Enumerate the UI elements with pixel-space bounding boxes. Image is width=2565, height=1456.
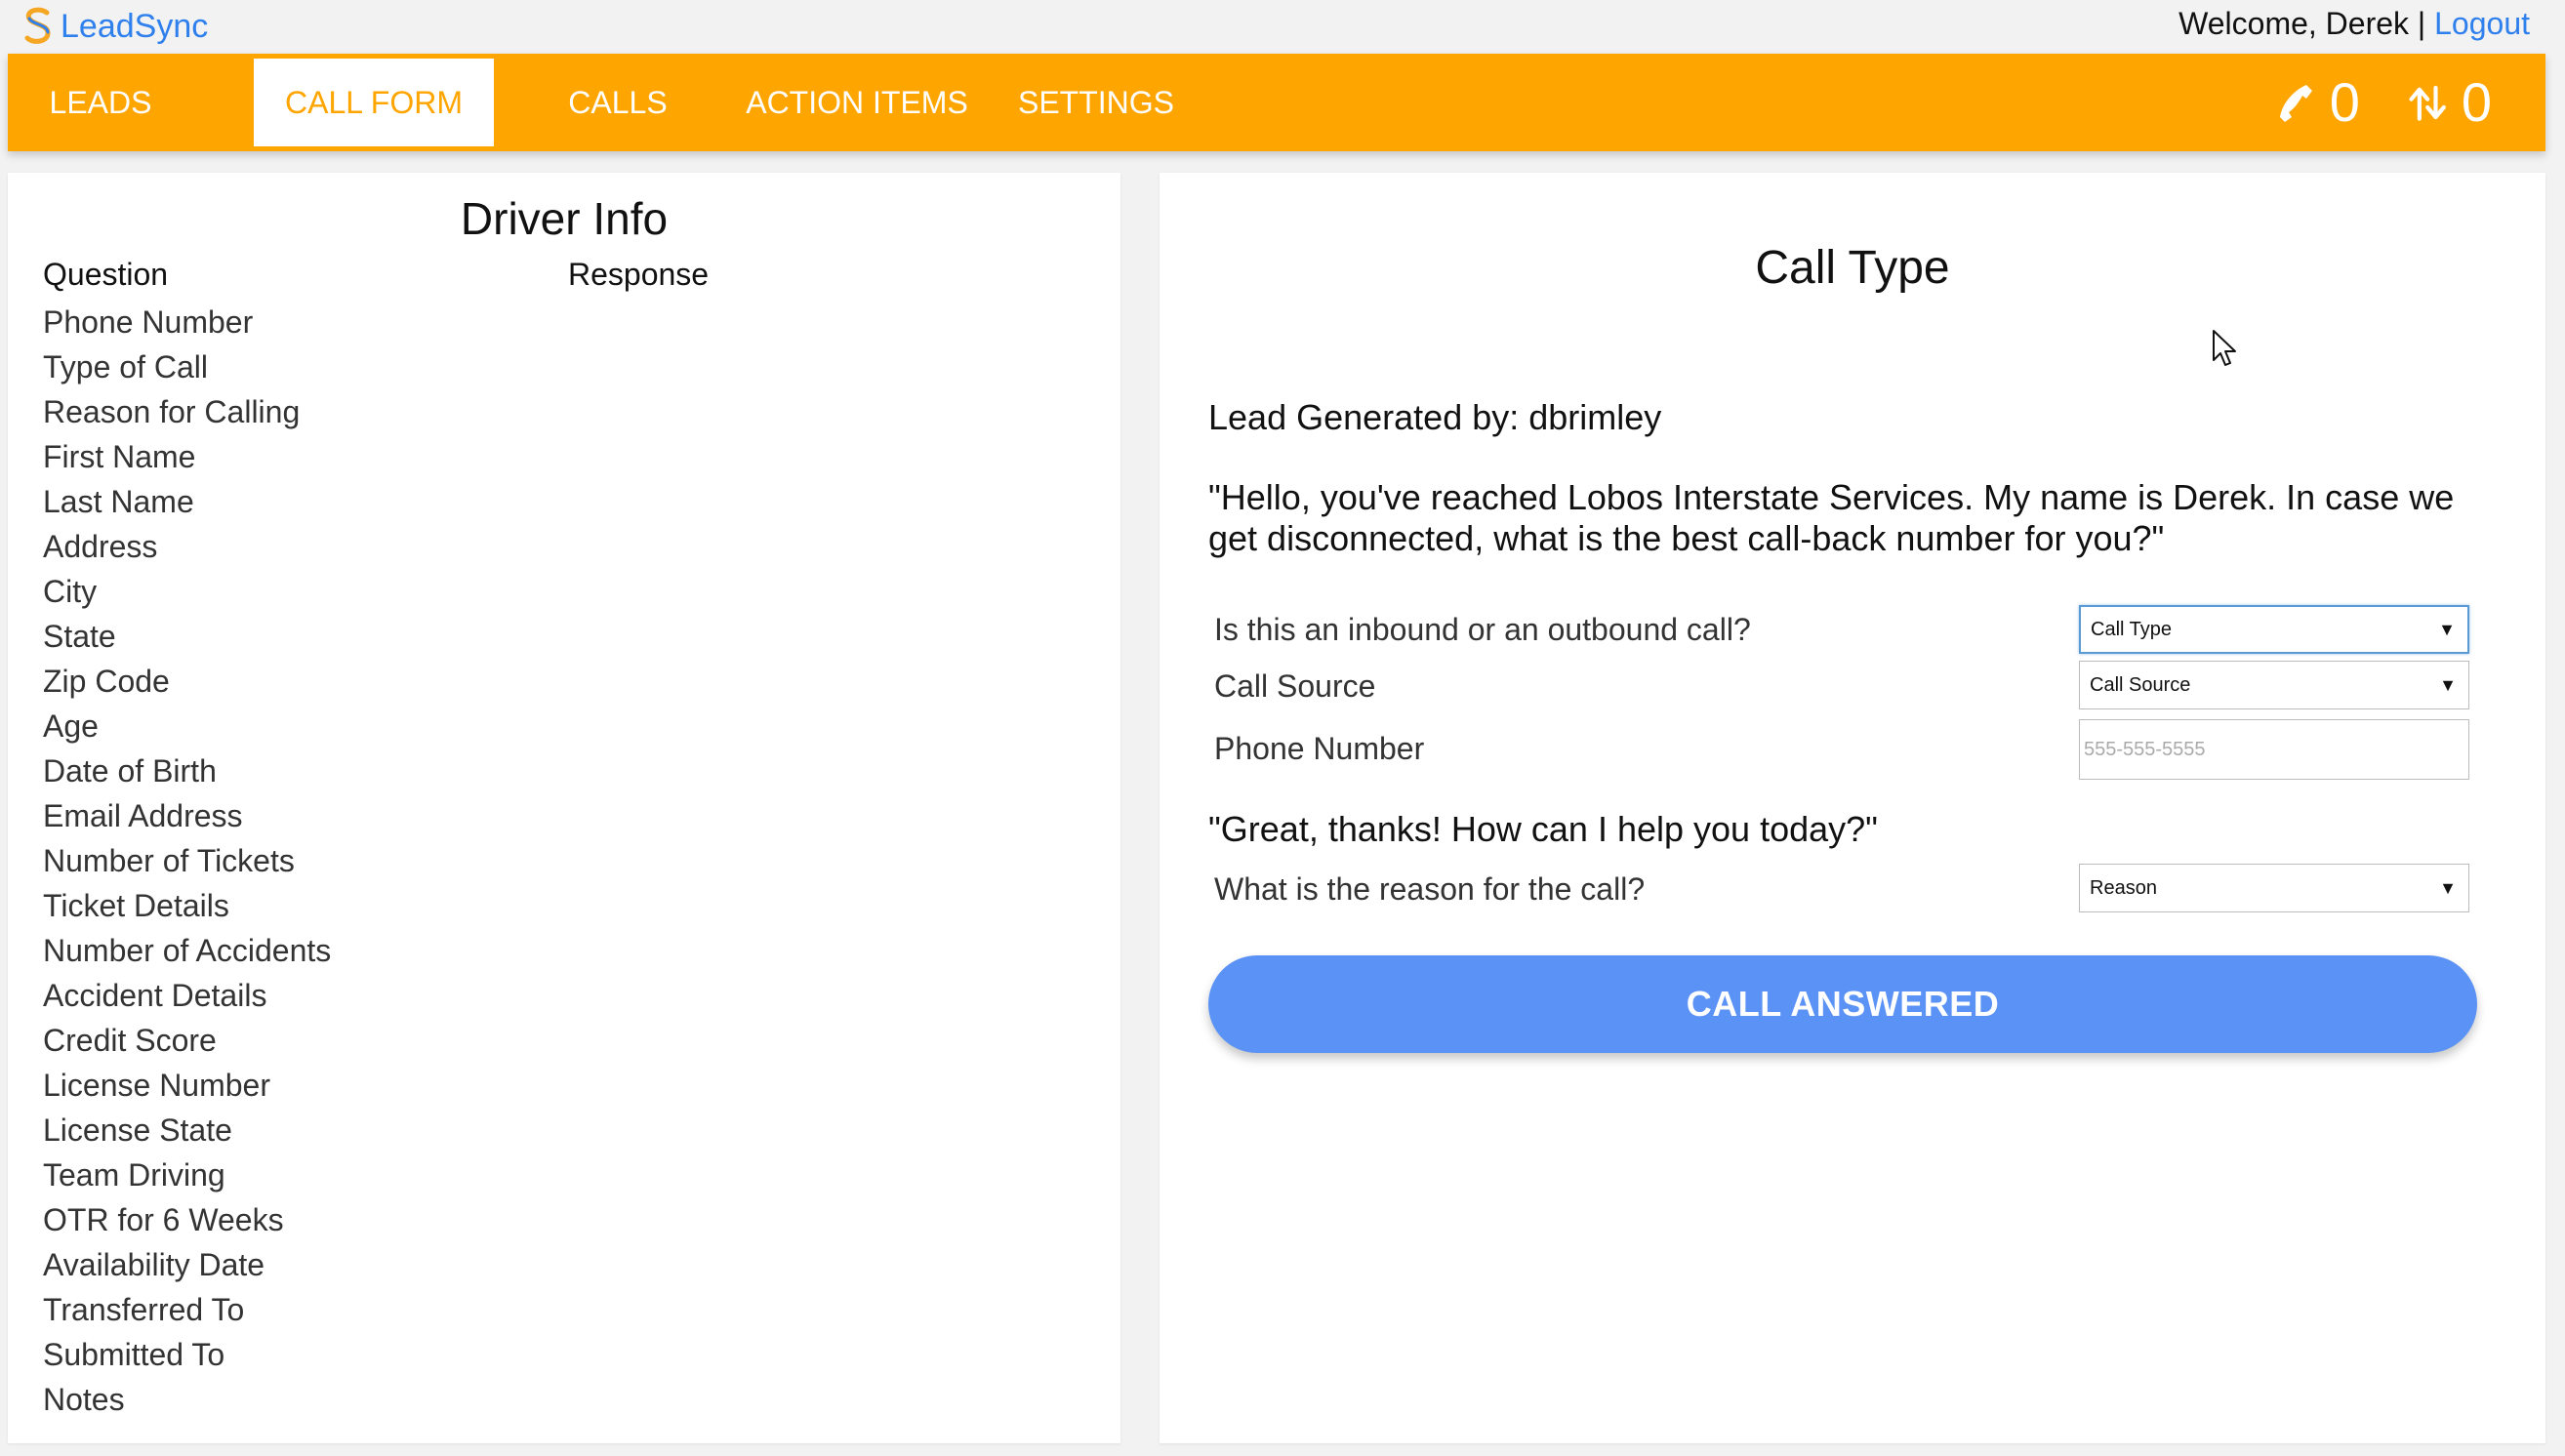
list-item: Date of Birth xyxy=(43,753,217,789)
question-list: Phone Number Type of Call Reason for Cal… xyxy=(43,300,331,1422)
transfers-counter[interactable]: 0 xyxy=(2409,75,2492,130)
call-source-label: Call Source xyxy=(1214,668,1376,704)
calls-count: 0 xyxy=(2329,71,2360,133)
dropdown-arrow-icon: ▼ xyxy=(2439,674,2457,695)
reason-select[interactable]: Reason ▼ xyxy=(2079,864,2469,912)
tab-action-items[interactable]: ACTION ITEMS xyxy=(735,59,979,146)
list-item: Ticket Details xyxy=(43,888,229,923)
list-item: License State xyxy=(43,1112,232,1148)
mouse-cursor-icon xyxy=(2213,330,2236,366)
brand[interactable]: LeadSync xyxy=(21,4,208,49)
dropdown-arrow-icon: ▼ xyxy=(2438,619,2456,639)
leadsync-logo-icon xyxy=(24,7,51,44)
greeting-script: "Hello, you've reached Lobos Interstate … xyxy=(1208,477,2455,558)
brand-name: LeadSync xyxy=(61,7,209,45)
list-item: Availability Date xyxy=(43,1247,265,1282)
list-item: Accident Details xyxy=(43,978,267,1013)
list-item: Type of Call xyxy=(43,349,208,384)
list-item: Address xyxy=(43,529,158,564)
phone-number-input[interactable] xyxy=(2079,719,2469,780)
inbound-question-label: Is this an inbound or an outbound call? xyxy=(1214,612,1751,647)
call-type-select-value: Call Type xyxy=(2091,618,2173,640)
top-bar: LeadSync Welcome, Derek | Logout xyxy=(0,0,2565,54)
call-type-panel: Call Type Lead Generated by: dbrimley "H… xyxy=(1160,173,2545,1443)
list-item: State xyxy=(43,619,116,654)
question-header: Question xyxy=(43,257,169,292)
dropdown-arrow-icon: ▼ xyxy=(2439,877,2457,898)
help-prompt-script: "Great, thanks! How can I help you today… xyxy=(1208,809,1878,849)
reason-select-value: Reason xyxy=(2090,876,2157,899)
phone-number-label: Phone Number xyxy=(1214,731,1425,766)
list-item: City xyxy=(43,574,98,609)
logout-link[interactable]: Logout xyxy=(2434,6,2530,42)
calls-counter[interactable]: 0 xyxy=(2277,75,2360,130)
transfers-count: 0 xyxy=(2461,71,2492,133)
list-item: Credit Score xyxy=(43,1023,217,1058)
transfer-arrows-icon xyxy=(2409,85,2446,121)
list-item: License Number xyxy=(43,1068,270,1103)
list-item: Number of Tickets xyxy=(43,843,295,878)
list-item: Notes xyxy=(43,1382,125,1417)
list-item: Phone Number xyxy=(43,304,254,340)
call-answered-button[interactable]: CALL ANSWERED xyxy=(1208,955,2477,1053)
list-item: Last Name xyxy=(43,484,194,519)
call-type-select[interactable]: Call Type ▼ xyxy=(2079,605,2469,654)
lead-generated-text: Lead Generated by: dbrimley xyxy=(1208,397,1662,437)
driver-info-title: Driver Info xyxy=(460,193,669,244)
list-item: First Name xyxy=(43,439,196,474)
call-type-title: Call Type xyxy=(1755,242,1950,294)
list-item: Submitted To xyxy=(43,1337,225,1372)
driver-info-panel: Driver Info Question Response Phone Numb… xyxy=(8,173,1120,1443)
tab-calls[interactable]: CALLS xyxy=(545,59,691,146)
list-item: Team Driving xyxy=(43,1157,225,1193)
list-item: Age xyxy=(43,708,99,744)
welcome-text: Welcome, Derek | xyxy=(2178,6,2435,41)
tab-leads[interactable]: LEADS xyxy=(27,59,174,146)
list-item: OTR for 6 Weeks xyxy=(43,1202,284,1237)
call-source-select[interactable]: Call Source ▼ xyxy=(2079,661,2469,709)
nav-counters: 0 0 xyxy=(2277,54,2492,151)
list-item: Zip Code xyxy=(43,664,170,699)
list-item: Reason for Calling xyxy=(43,394,301,429)
reason-question-label: What is the reason for the call? xyxy=(1214,871,1646,907)
phone-icon xyxy=(2279,85,2312,122)
list-item: Transferred To xyxy=(43,1292,245,1327)
main-nav: LEADS CALL FORM CALLS ACTION ITEMS SETTI… xyxy=(8,54,2545,151)
tab-settings[interactable]: SETTINGS xyxy=(1008,59,1184,146)
list-item: Email Address xyxy=(43,798,243,833)
welcome-area: Welcome, Derek | Logout xyxy=(2178,6,2530,42)
call-source-select-value: Call Source xyxy=(2090,673,2191,696)
response-header: Response xyxy=(568,257,710,292)
tab-call-form[interactable]: CALL FORM xyxy=(254,59,494,146)
list-item: Number of Accidents xyxy=(43,933,332,968)
